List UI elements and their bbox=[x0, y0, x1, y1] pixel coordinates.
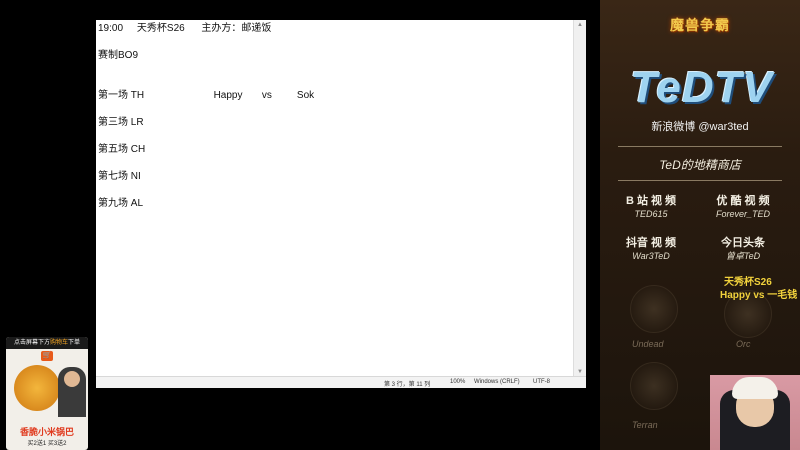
vertical-scrollbar[interactable]: ▲ ▼ bbox=[573, 20, 586, 377]
divider bbox=[618, 180, 782, 181]
webcam-feed bbox=[710, 375, 800, 450]
text-line: 第五场 CH bbox=[98, 144, 146, 155]
game-logo: 魔兽争霸 bbox=[670, 17, 730, 33]
text-line: 第三场 LR bbox=[98, 117, 144, 128]
race-label: Orc bbox=[736, 339, 751, 349]
social-handle: Forever_TED bbox=[715, 209, 770, 219]
match-ticker: 天秀杯S26 Happy vs 一毛钱 bbox=[720, 276, 800, 302]
notepad-window: 19:00 天秀杯S26 主办方：邮递饭 赛制BO9 第一场 TH Happy … bbox=[96, 20, 586, 388]
social-platform: 抖音 视 频 bbox=[625, 237, 677, 249]
status-bar: 第 3 行，第 11 列 100% Windows (CRLF) UTF-8 bbox=[96, 376, 586, 388]
shop-title: TeD的地精商店 bbox=[659, 158, 741, 172]
social-douyin: 抖音 视 频 War3TeD bbox=[606, 236, 696, 262]
social-bilibili: B 站 视 频 TED615 bbox=[606, 194, 696, 220]
weibo-handle: 新浪微博 @war3ted bbox=[651, 121, 749, 133]
ticker-match: Happy vs 一毛钱 bbox=[720, 290, 798, 301]
zoom-level: 100% bbox=[450, 379, 466, 385]
streamer-hat bbox=[732, 377, 778, 399]
terran-emblem-icon bbox=[630, 362, 678, 410]
social-toutiao: 今日头条 曾卓TeD bbox=[698, 236, 788, 262]
scroll-up-icon[interactable]: ▲ bbox=[574, 20, 586, 30]
text-line: 第一场 TH Happy vs Sok bbox=[98, 90, 315, 101]
ad-deal: 买2送1 买3送2 bbox=[27, 441, 67, 447]
text-line: 第九场 AL bbox=[98, 198, 144, 209]
cursor-position: 第 3 行，第 11 列 bbox=[384, 382, 431, 388]
encoding: UTF-8 bbox=[533, 379, 550, 385]
undead-emblem-icon bbox=[630, 285, 678, 333]
ad-banner-text: 下单 bbox=[68, 340, 81, 346]
text-line: 19:00 天秀杯S26 主办方：邮递饭 bbox=[98, 23, 272, 34]
social-handle: War3TeD bbox=[632, 251, 670, 261]
text-line: 第七场 NI bbox=[98, 171, 141, 182]
text-line: 赛制BO9 bbox=[98, 50, 139, 61]
social-handle: TED615 bbox=[634, 209, 668, 219]
product-ad[interactable]: 点击屏幕下方购物车下单 🛒 香脆小米锅巴 买2送1 买3送2 bbox=[6, 337, 88, 450]
text-editor[interactable]: 19:00 天秀杯S26 主办方：邮递饭 赛制BO9 第一场 TH Happy … bbox=[96, 20, 573, 377]
divider bbox=[618, 146, 782, 147]
ticker-title: 天秀杯S26 bbox=[724, 277, 772, 288]
race-label: Terran bbox=[632, 420, 658, 430]
social-platform: 优 酷 视 频 bbox=[716, 195, 770, 207]
brand-logo: TeDTV bbox=[630, 63, 773, 112]
social-youku: 优 酷 视 频 Forever_TED bbox=[698, 194, 788, 220]
social-platform: B 站 视 频 bbox=[625, 195, 677, 207]
cart-icon[interactable]: 🛒 bbox=[41, 351, 53, 361]
social-handle: 曾卓TeD bbox=[725, 251, 761, 261]
social-platform: 今日头条 bbox=[721, 237, 765, 249]
ad-banner-highlight: 购物车 bbox=[49, 340, 68, 346]
ad-banner-text: 点击屏幕下方 bbox=[13, 340, 50, 346]
host-image bbox=[58, 367, 86, 417]
stream-sidebar: 魔兽争霸 TeDTV 新浪微博 @war3ted TeD的地精商店 B 站 视 … bbox=[600, 0, 800, 450]
line-ending: Windows (CRLF) bbox=[474, 379, 520, 385]
snack-bowl-image bbox=[14, 365, 60, 411]
ad-title: 香脆小米锅巴 bbox=[19, 427, 74, 437]
race-label: Undead bbox=[632, 339, 664, 349]
ad-banner: 点击屏幕下方购物车下单 bbox=[6, 337, 88, 349]
